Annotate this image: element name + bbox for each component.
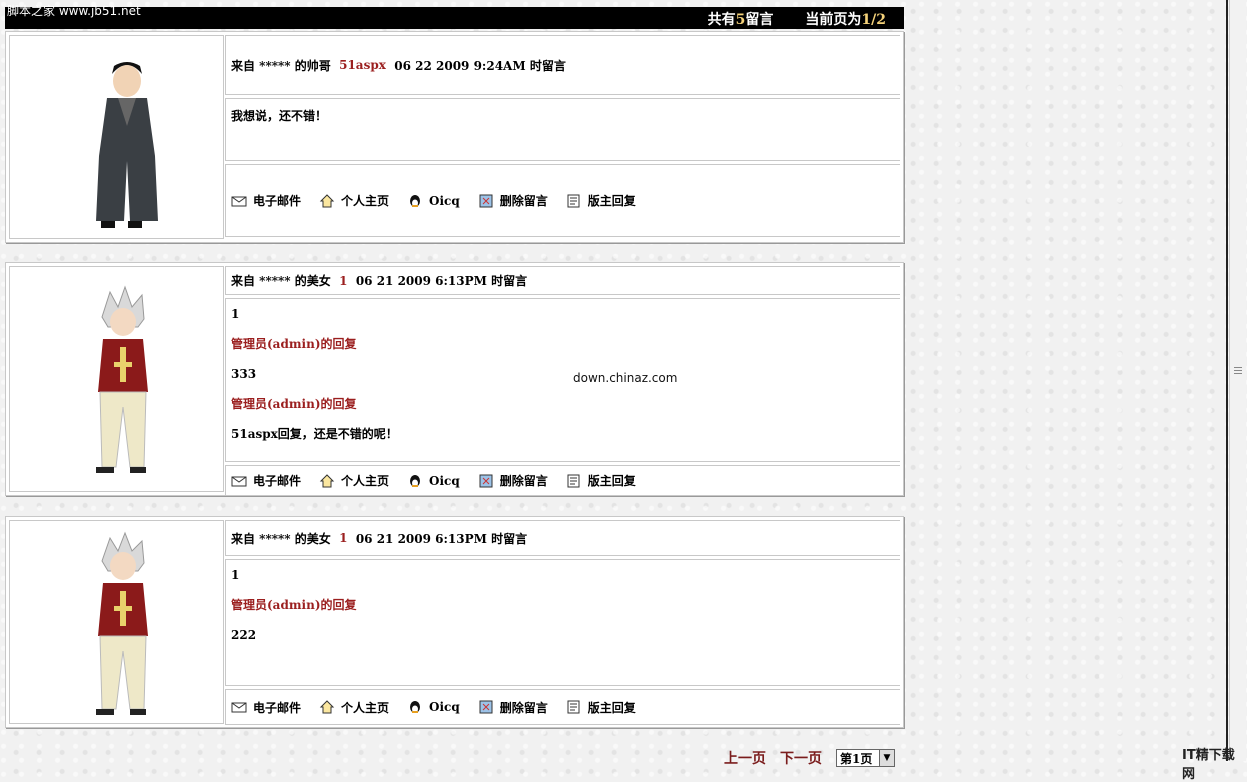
post-body: 1 管理员(admin)的回复 222 <box>225 559 900 686</box>
chevron-down-icon: ▼ <box>879 750 894 766</box>
avatar-woman-icon <box>96 285 148 473</box>
oicq-button[interactable]: Oicq <box>407 474 460 488</box>
oicq-button[interactable]: Oicq <box>407 700 460 714</box>
qq-penguin-icon <box>410 474 421 487</box>
prev-page-link[interactable]: 上一页 <box>724 748 766 768</box>
email-button[interactable]: 电子邮件 <box>231 472 301 489</box>
home-icon <box>319 193 335 207</box>
admin-reply-label: 管理员(admin)的回复 <box>231 598 357 612</box>
reply-icon <box>567 194 580 207</box>
action-bar: 电子邮件 个人主页 Oicq 删除留言 版主回复 <box>225 164 900 237</box>
home-icon <box>319 473 335 487</box>
delete-button[interactable]: 删除留言 <box>478 472 548 489</box>
delete-button[interactable]: 删除留言 <box>478 699 548 716</box>
email-icon <box>231 476 247 486</box>
admin-reply-button[interactable]: 版主回复 <box>566 192 636 209</box>
total-messages: 共有5留言 <box>707 12 774 28</box>
avatar-man-icon <box>96 62 158 228</box>
corner-logo: IT精下载网 <box>1182 748 1235 782</box>
reply-icon <box>567 700 580 714</box>
delete-button[interactable]: 删除留言 <box>478 192 548 209</box>
guestbook-post: 来自 ***** 的美女 1 06 21 2009 6:13PM 时留言 1 管… <box>5 262 904 496</box>
site-logo: 脚本之家 www.jb51.net <box>7 4 141 18</box>
qq-penguin-icon <box>410 194 421 207</box>
post-header: 来自 ***** 的美女 1 06 21 2009 6:13PM 时留言 <box>225 520 900 556</box>
email-button[interactable]: 电子邮件 <box>231 192 301 209</box>
post-body: 我想说，还不错！ <box>225 98 900 161</box>
delete-icon <box>479 194 493 207</box>
homepage-button[interactable]: 个人主页 <box>319 472 389 489</box>
delete-icon <box>479 474 493 487</box>
pagination: 上一页 下一页 第1页 ▼ <box>724 748 895 768</box>
admin-reply-label: 管理员(admin)的回复 <box>231 397 357 411</box>
delete-icon <box>479 700 493 714</box>
scroll-grip-icon <box>1234 365 1242 375</box>
admin-reply-button[interactable]: 版主回复 <box>566 699 636 716</box>
poster-name: 1 <box>339 531 348 545</box>
top-bar: 脚本之家 www.jb51.net 共有5留言 当前页为1/2 <box>5 4 904 29</box>
admin-reply-button[interactable]: 版主回复 <box>566 472 636 489</box>
reply-icon <box>567 474 580 487</box>
admin-reply-label: 管理员(admin)的回复 <box>231 337 357 351</box>
poster-name: 51aspx <box>339 58 386 72</box>
homepage-button[interactable]: 个人主页 <box>319 699 389 716</box>
watermark-text: down.chinaz.com <box>573 371 678 385</box>
vertical-scrollbar[interactable] <box>1229 0 1246 761</box>
next-page-link[interactable]: 下一页 <box>780 748 822 768</box>
guestbook-post: 来自 ***** 的帅哥 51aspx 06 22 2009 9:24AM 时留… <box>5 31 904 243</box>
homepage-button[interactable]: 个人主页 <box>319 192 389 209</box>
home-icon <box>319 700 335 714</box>
guestbook-post: 来自 ***** 的美女 1 06 21 2009 6:13PM 时留言 1 管… <box>5 516 904 728</box>
qq-penguin-icon <box>410 701 421 713</box>
email-button[interactable]: 电子邮件 <box>231 699 301 716</box>
action-bar: 电子邮件 个人主页 Oicq 删除留言 版主回复 <box>225 465 900 496</box>
action-bar: 电子邮件 个人主页 Oicq 删除留言 版主回复 <box>225 689 900 725</box>
avatar-woman-icon <box>96 531 148 715</box>
email-icon <box>231 196 247 206</box>
poster-name: 1 <box>339 273 348 288</box>
avatar-cell <box>9 520 224 724</box>
current-page: 当前页为1/2 <box>805 12 886 28</box>
avatar-cell <box>9 35 224 239</box>
post-body: 1 管理员(admin)的回复 333 管理员(admin)的回复 51aspx… <box>225 298 900 462</box>
window-divider <box>1226 0 1228 761</box>
post-header: 来自 ***** 的美女 1 06 21 2009 6:13PM 时留言 <box>225 266 900 295</box>
page-select[interactable]: 第1页 ▼ <box>836 749 895 767</box>
post-header: 来自 ***** 的帅哥 51aspx 06 22 2009 9:24AM 时留… <box>225 35 900 95</box>
oicq-button[interactable]: Oicq <box>407 194 460 208</box>
avatar-cell <box>9 266 224 492</box>
email-icon <box>231 702 247 713</box>
